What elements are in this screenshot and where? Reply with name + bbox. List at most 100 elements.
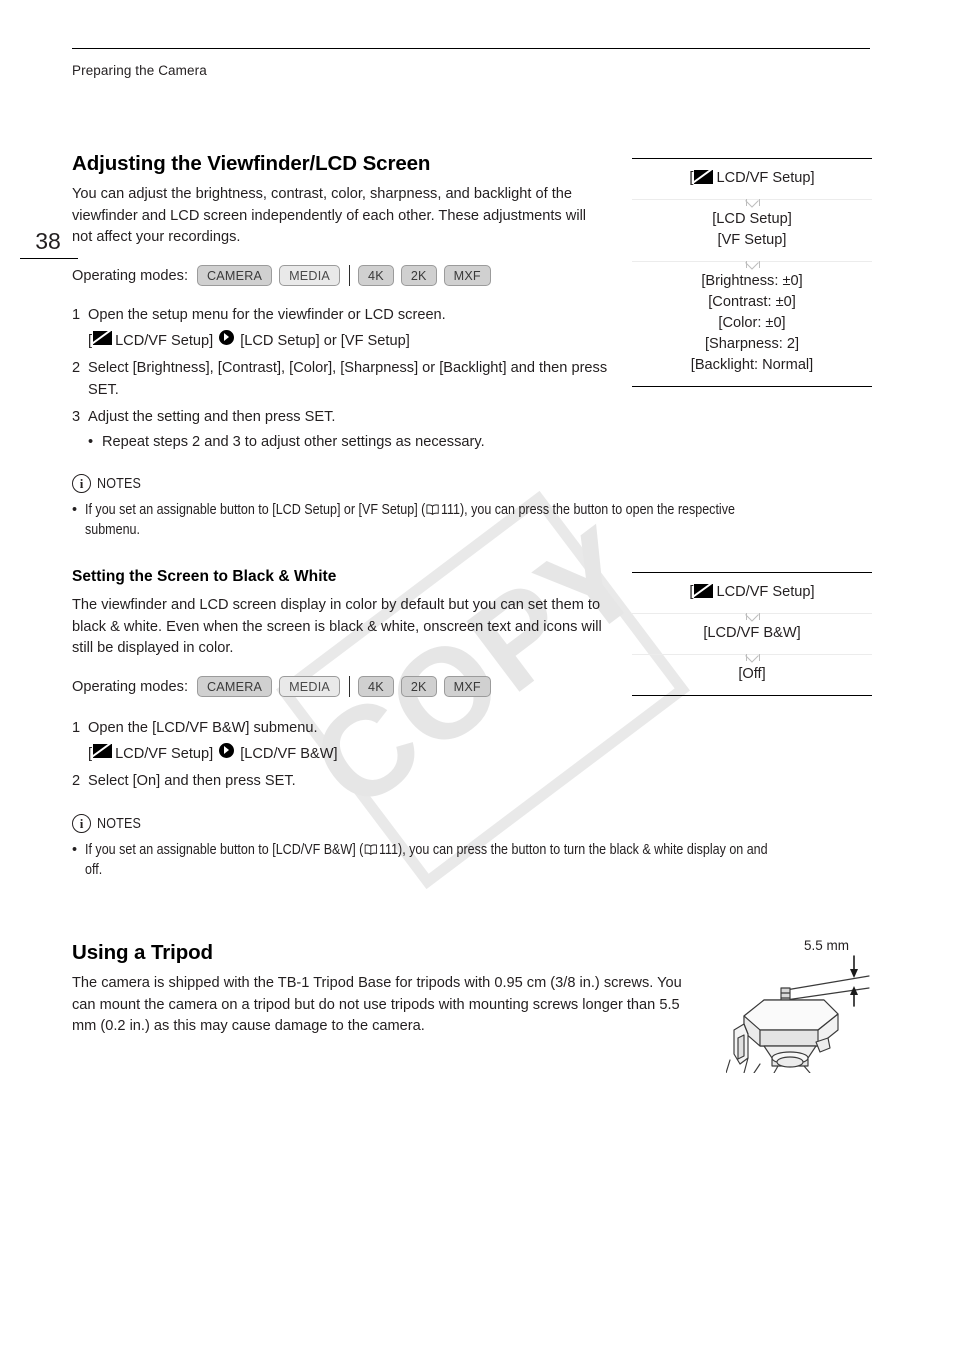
- step-number: 1: [72, 307, 81, 323]
- note-text: If you set an assignable button to [LCD/…: [85, 840, 774, 880]
- badge-mxf-1: MXF: [443, 265, 491, 286]
- menu-row-open-bracket: [: [689, 170, 694, 186]
- step-text: Open the [LCD/VF B&W] submenu.: [88, 720, 318, 736]
- info-icon: i: [72, 474, 91, 493]
- menu-row-root: [LCD/VF Setup]: [632, 159, 872, 199]
- menu-row-label: [Off]: [738, 666, 766, 682]
- menu-path-row-2: [ LCD/VF Setup] [LCD/VF B&W]: [72, 742, 612, 766]
- section1-intro: You can adjust the brightness, contrast,…: [72, 186, 587, 245]
- bullet-icon: •: [72, 842, 78, 858]
- menu-row-label: LCD/VF Setup]: [716, 584, 815, 600]
- info-icon: i: [72, 814, 91, 833]
- step-item: 1 Open the setup menu for the viewfinder…: [72, 305, 612, 327]
- step-number: 1: [72, 720, 81, 736]
- manual-page-icon: [364, 841, 377, 856]
- chevron-down-icon: [745, 654, 759, 663]
- step-text: Adjust the setting and then press SET.: [88, 409, 336, 425]
- manual-page-icon: [426, 501, 439, 516]
- lcd-vf-setup-icon: [694, 170, 714, 184]
- step-item: 3 Adjust the setting and then press SET.: [72, 407, 612, 429]
- badge-separator-1: [349, 265, 350, 286]
- chevron-down-icon: [745, 613, 759, 622]
- note-text-before: If you set an assignable button to [LCD …: [85, 502, 426, 518]
- lcd-vf-setup-icon: [93, 330, 113, 345]
- menu-row-submenu: [LCD Setup] [VF Setup]: [632, 199, 872, 261]
- sub-step-item: • Repeat steps 2 and 3 to adjust other s…: [88, 432, 612, 454]
- notes-header-2: i NOTES: [72, 814, 148, 833]
- running-head: Preparing the Camera: [72, 63, 207, 78]
- menu-row-open-bracket: [: [689, 584, 694, 600]
- tripod-figure: 5.5 mm: [725, 938, 896, 1074]
- section2-intro: The viewfinder and LCD screen display in…: [72, 597, 602, 656]
- section-title-black-white: Setting the Screen to Black & White: [72, 568, 337, 585]
- menu-row-label: [Sharpness: 2]: [704, 336, 800, 352]
- step-item: 2 Select [On] and then press SET.: [72, 771, 612, 793]
- menu-path-target: [LCD Setup] or [VF Setup]: [240, 332, 410, 349]
- note-page-ref: 111: [379, 842, 399, 858]
- step-number: 2: [72, 773, 81, 789]
- bullet-icon: •: [72, 502, 78, 518]
- section2-steps: 1 Open the [LCD/VF B&W] submenu. [ LCD/V…: [72, 718, 612, 796]
- menu-row-settings: [Brightness: ±0] [Contrast: ±0] [Color: …: [632, 261, 872, 386]
- notes-header-1: i NOTES: [72, 474, 148, 493]
- lcd-vf-setup-icon: [93, 743, 113, 758]
- menu-panel-lcd-vf-bw: [LCD/VF Setup] [LCD/VF B&W] [Off]: [632, 572, 872, 696]
- menu-path-target: [LCD/VF B&W]: [240, 745, 338, 762]
- menu-row-root: [ LCD/VF Setup]: [632, 573, 872, 613]
- step-text: Select [Brightness], [Contrast], [Color]…: [88, 360, 608, 398]
- step-item: 2 Select [Brightness], [Contrast], [Colo…: [72, 358, 612, 401]
- notes-label: NOTES: [97, 475, 142, 492]
- badge-4k-1: 4K: [358, 265, 394, 286]
- menu-row-label: [Color: ±0]: [718, 315, 786, 331]
- badge-media-2: MEDIA: [279, 676, 340, 697]
- header-rule: [72, 48, 870, 49]
- chevron-right-icon: [219, 329, 235, 345]
- menu-row-label: [Brightness: ±0]: [701, 273, 803, 289]
- chevron-right-icon: [219, 742, 235, 758]
- menu-path-root: LCD/VF Setup]: [115, 745, 214, 762]
- menu-path-open-bracket: [: [88, 332, 93, 349]
- operating-modes-label-2: Operating modes:: [72, 678, 189, 695]
- menu-row-label: [Contrast: ±0]: [708, 294, 796, 310]
- menu-row-label: [VF Setup]: [717, 232, 787, 248]
- menu-path: [ LCD/VF Setup] [LCD Setup] or [VF Setup…: [88, 329, 612, 353]
- menu-row-label: [LCD Setup]: [712, 211, 792, 227]
- badge-media-1: MEDIA: [279, 265, 340, 286]
- operating-modes-row-2: Operating modes: CAMERA MEDIA 4K 2K MXF: [72, 676, 498, 697]
- document-page: Preparing the Camera 38 Adjusting the Vi…: [0, 0, 954, 1348]
- sub-step-text: Repeat steps 2 and 3 to adjust other set…: [102, 433, 485, 450]
- section-title-viewfinder: Adjusting the Viewfinder/LCD Screen: [72, 152, 431, 175]
- operating-modes-label-1: Operating modes:: [72, 267, 189, 284]
- badge-2k-2: 2K: [400, 676, 437, 697]
- badge-camera-2: CAMERA: [197, 676, 273, 697]
- step-indent: [72, 330, 88, 353]
- note-item-2: • If you set an assignable button to [LC…: [72, 840, 877, 880]
- lcd-vf-setup-icon: [694, 584, 714, 598]
- step-number: 3: [72, 409, 81, 425]
- note-item-1: • If you set an assignable button to [LC…: [72, 500, 872, 540]
- menu-row-value: [Off]: [632, 654, 872, 695]
- menu-path-row-1: [ LCD/VF Setup] [LCD Setup] or [VF Setup…: [72, 329, 612, 353]
- badge-separator-2: [349, 676, 350, 697]
- badge-camera-1: CAMERA: [197, 265, 273, 286]
- badge-mxf-2: MXF: [443, 676, 491, 697]
- section3-intro: The camera is shipped with the TB-1 Trip…: [72, 975, 682, 1034]
- menu-row-label: [Backlight: Normal]: [690, 357, 814, 373]
- section-title-tripod: Using a Tripod: [72, 941, 213, 964]
- step-text: Select [On] and then press SET.: [88, 773, 296, 789]
- step-indent: [72, 743, 88, 766]
- menu-path-open-bracket: [: [88, 745, 93, 762]
- step-text: Open the setup menu for the viewfinder o…: [88, 307, 446, 323]
- page-number-rule: [20, 258, 78, 259]
- menu-path-root: LCD/VF Setup]: [115, 332, 214, 349]
- note-text-before: If you set an assignable button to [LCD/…: [85, 842, 364, 858]
- tripod-illustration: [725, 955, 870, 1074]
- section1-steps: 1 Open the setup menu for the viewfinder…: [72, 305, 612, 453]
- bullet-icon: •: [88, 433, 94, 450]
- step-number: 2: [72, 360, 81, 376]
- operating-modes-row-1: Operating modes: CAMERA MEDIA 4K 2K MXF: [72, 265, 498, 286]
- tripod-dimension-label: 5.5 mm: [804, 938, 850, 953]
- step-item: 1 Open the [LCD/VF B&W] submenu.: [72, 718, 612, 740]
- notes-label: NOTES: [97, 815, 142, 832]
- badge-4k-2: 4K: [358, 676, 394, 697]
